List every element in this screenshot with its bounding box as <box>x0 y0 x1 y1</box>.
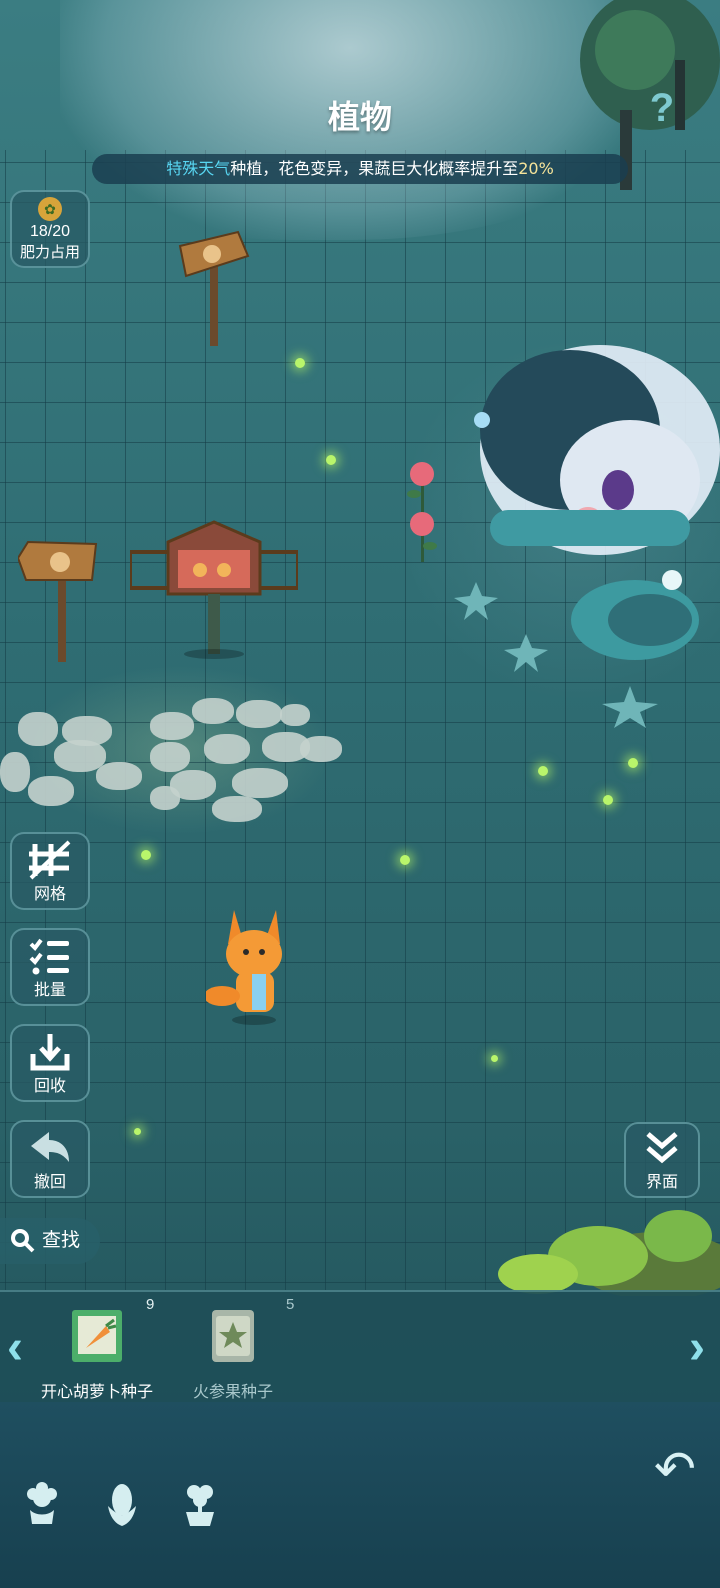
banner-highlight: 特殊天气 <box>166 159 231 178</box>
chevron-double-down-icon <box>646 1132 678 1164</box>
pepino-seed-pack-icon <box>212 1310 254 1362</box>
carrot-seed-pack-icon <box>72 1310 122 1362</box>
page-title: 植物 <box>327 99 392 135</box>
star-flower <box>504 634 548 672</box>
search-icon <box>11 1228 35 1253</box>
weather-bonus-banner: 特殊天气种植，花色变异，果蔬巨大化概率提升至20% <box>92 154 628 184</box>
grid-button-label: 网格 <box>33 886 66 903</box>
corn-icon[interactable] <box>102 1482 142 1528</box>
grid-toggle-button[interactable]: 网格 <box>10 832 90 910</box>
help-icon[interactable]: ? <box>644 86 680 130</box>
wooden-signpost-right[interactable] <box>178 226 250 346</box>
interface-label: 界面 <box>645 1174 678 1191</box>
sleeping-spirit-character[interactable] <box>470 330 720 590</box>
banner-value: 20% <box>518 159 554 178</box>
recycle-button-label: 回收 <box>33 1078 66 1095</box>
seed-count: 5 <box>286 1296 295 1313</box>
plant-pot-icon[interactable] <box>180 1482 220 1528</box>
batch-button-label: 批量 <box>33 982 66 999</box>
grid-icon <box>29 840 71 880</box>
undo-button[interactable]: 撤回 <box>10 1120 90 1198</box>
notice-board[interactable] <box>130 520 298 660</box>
seed-item-carrot[interactable]: 9 开心胡萝卜种子 <box>22 1296 172 1401</box>
rose-plants[interactable] <box>402 458 442 562</box>
banner-text: 种植，花色变异，果蔬巨大化概率提升至 <box>230 159 519 178</box>
search-button[interactable]: 查找 <box>0 1218 100 1264</box>
bush-decoration <box>498 1210 720 1296</box>
fertility-usage-panel[interactable]: ✿ 18/20 肥力占用 <box>10 190 90 268</box>
toggle-interface-button[interactable]: 界面 <box>624 1122 700 1198</box>
recycle-button[interactable]: 回收 <box>10 1024 90 1102</box>
batch-list-icon <box>29 938 69 975</box>
undo-icon <box>31 1132 69 1162</box>
leaf-icon: ✿ <box>38 197 62 221</box>
moon-fountain[interactable] <box>560 560 710 670</box>
star-flower <box>454 582 498 620</box>
recycle-icon <box>30 1034 70 1071</box>
flower-icon[interactable] <box>22 1482 62 1528</box>
fertility-label: 肥力占用 <box>19 244 80 261</box>
undo-button-label: 撤回 <box>33 1174 66 1191</box>
seed-item-pepino[interactable]: 5 火参果种子 <box>158 1296 308 1401</box>
fertility-count: 18/20 <box>29 223 71 240</box>
scroll-right-arrow-icon[interactable]: › <box>684 1318 710 1378</box>
back-icon[interactable]: ↶ <box>644 1440 706 1498</box>
batch-button[interactable]: 批量 <box>10 928 90 1006</box>
star-flower <box>602 686 658 728</box>
search-label: 查找 <box>42 1230 81 1251</box>
fox-player-character[interactable] <box>206 904 290 1026</box>
seed-name: 火参果种子 <box>192 1384 273 1401</box>
seed-name: 开心胡萝卜种子 <box>40 1384 153 1401</box>
wooden-signpost-left[interactable] <box>18 540 100 662</box>
seed-count: 9 <box>146 1296 155 1313</box>
